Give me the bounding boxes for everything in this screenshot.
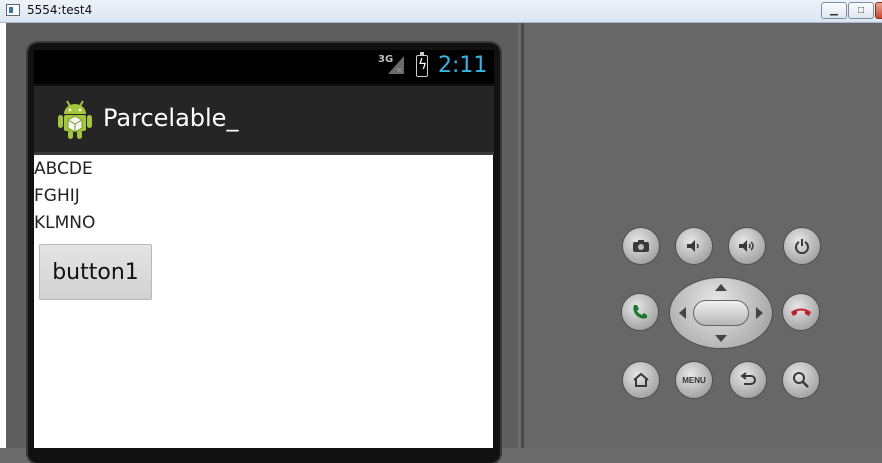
back-button[interactable] [729,361,767,399]
text-line-3: KLMNO [34,213,96,233]
minimize-button[interactable]: ▁ [821,2,847,19]
network-type-label: 3G [378,54,394,65]
search-button[interactable] [782,361,820,399]
status-clock: 2:11 [438,53,488,78]
no-signal-x-icon: ✕ [396,66,403,75]
volume-up-icon [739,240,754,252]
home-icon [633,372,649,387]
search-icon [793,372,809,388]
dpad-center-button[interactable] [693,300,749,326]
volume-down-icon [687,240,699,252]
close-button[interactable]: ✕ [875,2,882,19]
app-title: Parcelable_ [103,104,239,132]
volume-down-button[interactable] [675,227,713,265]
end-call-button[interactable] [782,293,820,331]
dpad-right-arrow-icon[interactable] [756,307,763,319]
button1[interactable]: button1 [39,244,152,300]
camera-button[interactable] [622,227,660,265]
back-icon [740,372,756,385]
android-robot-icon [58,100,92,139]
dpad-up-arrow-icon[interactable] [715,284,727,291]
maximize-button[interactable]: □ [848,2,874,19]
window-title: 5554:test4 [27,3,93,17]
text-line-2: FGHIJ [34,186,80,206]
menu-label: MENU [682,375,706,385]
camera-icon [633,240,649,252]
window-app-icon [6,4,20,16]
dpad-left-arrow-icon[interactable] [679,307,686,319]
call-button[interactable] [621,293,659,331]
charging-bolt-icon: ϟ [418,57,428,73]
home-button[interactable] [622,361,660,399]
app-content-area [34,155,493,448]
end-call-icon [791,308,811,316]
power-icon [795,239,809,254]
window-titlebar: 5554:test4 ▁ □ ✕ [0,0,882,23]
power-button[interactable] [783,227,821,265]
call-icon [633,305,647,319]
menu-button[interactable]: MENU [675,361,713,399]
volume-up-button[interactable] [728,227,766,265]
dpad-down-arrow-icon[interactable] [715,335,727,342]
text-line-1: ABCDE [34,159,93,179]
